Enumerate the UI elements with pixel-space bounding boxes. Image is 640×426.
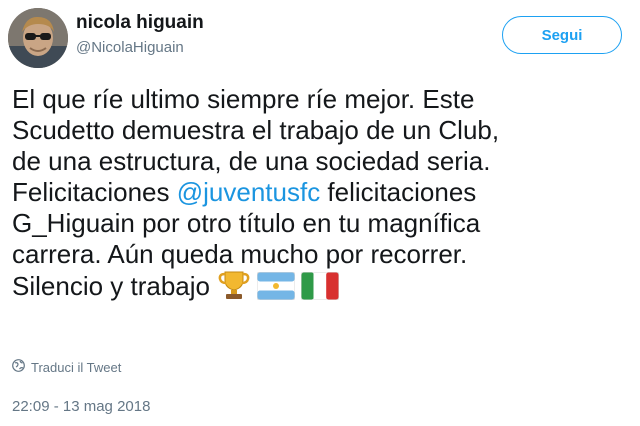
user-handle[interactable]: @NicolaHiguain: [76, 39, 184, 56]
tweet-text: El que ríe ultimo siempre ríe mejor. Est…: [12, 84, 632, 307]
trophy-icon: [217, 270, 251, 307]
tweet-line-last: Silencio y trabajo: [12, 270, 632, 307]
tweet-line: de una estructura, de una sociedad seria…: [12, 146, 491, 176]
italy-flag-icon: [300, 271, 340, 307]
tweet-timestamp[interactable]: 22:09 - 13 mag 2018: [12, 398, 150, 415]
profile-photo-icon: [8, 8, 68, 68]
tweet-line: El que ríe ultimo siempre ríe mejor. Est…: [12, 84, 475, 114]
translate-tweet-link[interactable]: Traduci il Tweet: [12, 359, 121, 375]
mention-link[interactable]: @juventusfc: [177, 177, 320, 207]
translate-label: Traduci il Tweet: [31, 359, 122, 375]
follow-button[interactable]: Segui: [502, 16, 622, 54]
tweet-line-suffix: felicitaciones: [320, 177, 477, 207]
argentina-flag-icon: [256, 271, 296, 307]
divider: [12, 390, 628, 391]
tweet-line-prefix: Felicitaciones: [12, 177, 177, 207]
tweet-line: G_Higuain por otro título en tu magnífic…: [12, 208, 481, 238]
tweet-line: Scudetto demuestra el trabajo de un Club…: [12, 115, 500, 145]
tweet-line: Felicitaciones @juventusfc felicitacione…: [12, 177, 632, 208]
user-display-name[interactable]: nicola higuain: [76, 12, 204, 34]
tweet-line: carrera. Aún queda mucho por recorrer.: [12, 239, 468, 269]
globe-icon: [12, 359, 25, 375]
tweet-line-text: Silencio y trabajo: [12, 271, 210, 301]
avatar[interactable]: [8, 8, 68, 68]
